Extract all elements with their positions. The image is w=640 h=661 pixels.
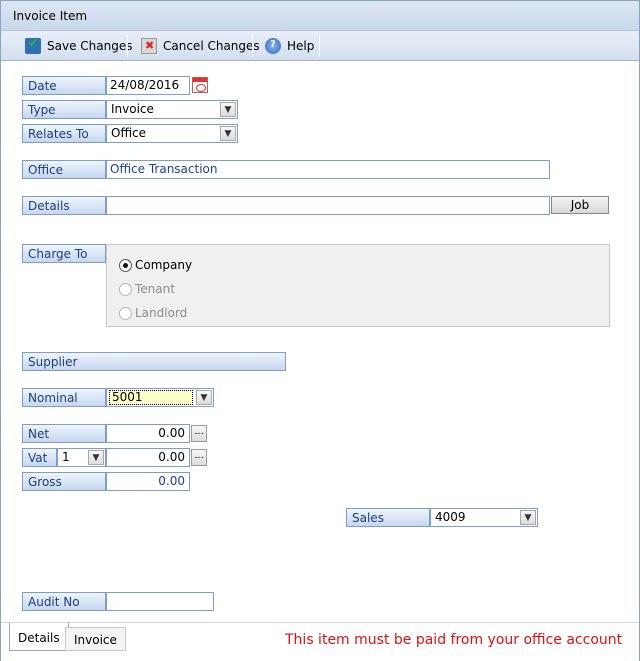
invoice-item-window: Invoice Item Save Changes Cancel Changes…	[0, 0, 640, 661]
radio-button	[119, 282, 132, 296]
help-button[interactable]: Help	[265, 34, 314, 58]
chevron-down-icon[interactable]: ▼	[220, 126, 236, 141]
type-select[interactable]: Invoice ▼	[106, 100, 238, 119]
net-field[interactable]: 0.00	[106, 424, 190, 443]
relates-to-select[interactable]: Office ▼	[106, 124, 238, 143]
net-label: Net	[22, 424, 106, 443]
sales-value: 4009	[435, 510, 466, 524]
vat-rate-select[interactable]: 1 ▼	[57, 448, 106, 467]
save-changes-button[interactable]: Save Changes	[25, 34, 132, 58]
cancel-changes-label: Cancel Changes	[163, 39, 260, 53]
vat-field[interactable]: 0.00	[106, 448, 190, 467]
nominal-select[interactable]: 5001 ▼	[106, 388, 214, 407]
help-label: Help	[287, 39, 315, 53]
radio-tenant-label: Tenant	[135, 282, 175, 296]
radio-company-label: Company	[135, 258, 193, 272]
tab-details[interactable]: Details	[9, 623, 69, 651]
net-ellipsis-button[interactable]: ...	[191, 425, 207, 442]
audit-no-label: Audit No	[22, 592, 106, 611]
radio-landlord-label: Landlord	[135, 306, 188, 320]
nominal-value: 5001	[109, 390, 193, 405]
vat-ellipsis-button[interactable]: ...	[191, 449, 207, 466]
supplier-label[interactable]: Supplier	[22, 352, 286, 371]
toolbar-separator	[252, 35, 253, 57]
details-field[interactable]	[106, 196, 550, 215]
toolbar: Save Changes Cancel Changes Help	[1, 31, 639, 61]
radio-button[interactable]	[119, 258, 132, 272]
sales-label: Sales	[346, 508, 430, 527]
sales-select[interactable]: 4009 ▼	[430, 508, 538, 527]
audit-no-field[interactable]	[106, 592, 214, 611]
save-icon	[25, 36, 41, 54]
type-label: Type	[22, 100, 106, 119]
office-field[interactable]: Office Transaction	[106, 160, 550, 179]
date-field[interactable]: 24/08/2016	[106, 76, 190, 95]
cancel-icon	[141, 38, 157, 54]
job-button[interactable]: Job	[551, 196, 609, 214]
save-changes-label: Save Changes	[47, 39, 133, 53]
gross-field: 0.00	[106, 472, 190, 491]
relates-to-label: Relates To	[22, 124, 106, 143]
calendar-icon[interactable]	[192, 77, 208, 93]
gross-label: Gross	[22, 472, 106, 491]
office-account-notice: This item must be paid from your office …	[285, 632, 623, 648]
nominal-label: Nominal	[22, 388, 106, 407]
radio-company[interactable]: Company	[119, 258, 192, 272]
chevron-down-icon[interactable]: ▼	[220, 102, 236, 117]
toolbar-separator	[319, 35, 320, 57]
vat-label: Vat	[22, 448, 57, 467]
radio-landlord: Landlord	[119, 306, 187, 320]
vat-rate-value: 1	[62, 450, 70, 464]
type-value: Invoice	[111, 102, 154, 116]
charge-to-label: Charge To	[22, 244, 106, 263]
office-label: Office	[22, 160, 106, 179]
details-label: Details	[22, 196, 106, 215]
tab-bar: Details Invoice This item must be paid f…	[1, 622, 639, 661]
help-icon	[265, 38, 281, 54]
chevron-down-icon[interactable]: ▼	[196, 390, 212, 405]
title-bar: Invoice Item	[1, 1, 639, 31]
window-title: Invoice Item	[13, 9, 88, 23]
toolbar-separator	[127, 35, 128, 57]
chevron-down-icon[interactable]: ▼	[520, 510, 536, 525]
radio-tenant: Tenant	[119, 282, 175, 296]
radio-button	[119, 306, 132, 320]
relates-to-value: Office	[111, 126, 147, 140]
cancel-changes-button[interactable]: Cancel Changes	[141, 34, 260, 58]
charge-to-group: Company Tenant Landlord	[106, 244, 610, 327]
tab-invoice[interactable]: Invoice	[65, 627, 126, 651]
chevron-down-icon[interactable]: ▼	[88, 450, 104, 465]
date-label: Date	[22, 76, 106, 95]
